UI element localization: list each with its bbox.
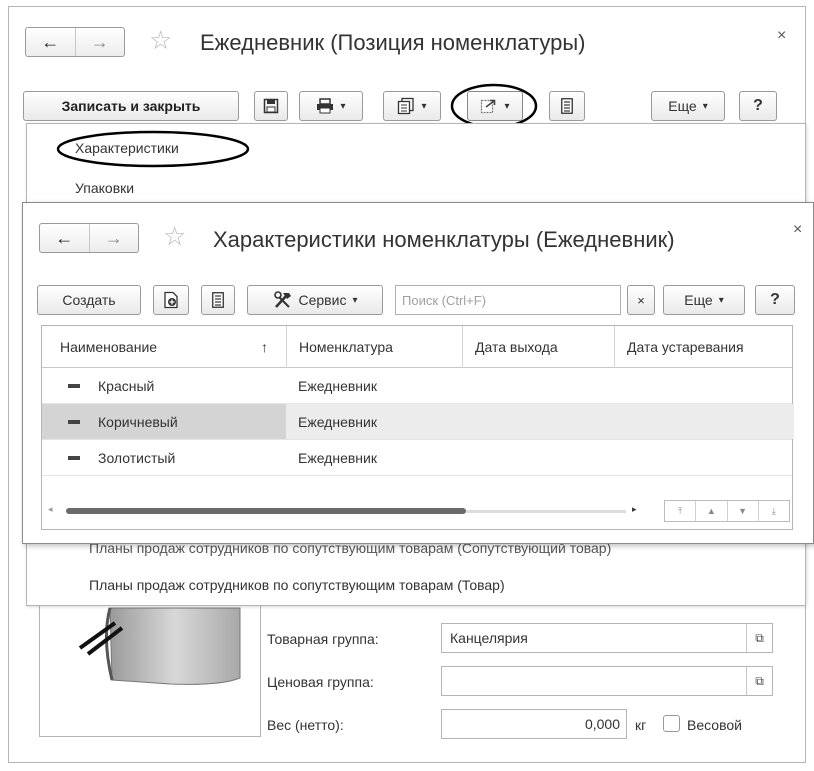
product-group-label: Товарная группа: bbox=[267, 631, 379, 647]
column-header-name[interactable]: Наименование ↑ bbox=[42, 326, 286, 368]
weight-field[interactable]: 0,000 bbox=[441, 709, 627, 739]
forward-arrow-icon[interactable]: → bbox=[74, 28, 125, 56]
weight-unit: кг bbox=[635, 717, 647, 733]
row-nomenclature: Ежедневник bbox=[298, 378, 377, 394]
scroll-right-icon[interactable]: ▸ bbox=[632, 504, 642, 518]
overlay-nav-buttons: ← → bbox=[39, 223, 139, 253]
chevron-down-icon: ▾ bbox=[421, 100, 427, 112]
table-row[interactable]: Красный Ежедневник bbox=[42, 368, 792, 404]
star-icon[interactable]: ☆ bbox=[163, 223, 186, 249]
move-up-icon[interactable]: ▲ bbox=[695, 501, 726, 521]
row-name: Красный bbox=[98, 378, 155, 394]
main-more-label: Еще bbox=[668, 98, 697, 114]
back-arrow-icon[interactable]: ← bbox=[40, 224, 89, 252]
back-arrow-icon[interactable]: ← bbox=[26, 28, 75, 56]
chevron-down-icon: ▾ bbox=[352, 294, 358, 306]
row-nomenclature: Ежедневник bbox=[298, 414, 377, 430]
horizontal-scrollbar-track bbox=[466, 510, 626, 513]
new-document-icon bbox=[164, 291, 178, 309]
create-based-on-button[interactable]: ▾ bbox=[383, 91, 441, 121]
open-link-icon[interactable]: ⧉ bbox=[746, 667, 772, 695]
overlay-more-button[interactable]: Еще ▾ bbox=[663, 285, 745, 315]
tools-icon bbox=[273, 291, 291, 308]
forward-arrow-icon[interactable]: → bbox=[88, 224, 139, 252]
save-button[interactable] bbox=[254, 91, 288, 121]
service-menu-button[interactable]: Сервис ▾ bbox=[247, 285, 383, 315]
product-group-field[interactable]: Канцелярия ⧉ bbox=[441, 623, 773, 653]
row-release-date bbox=[474, 368, 614, 404]
row-obsolete-date bbox=[626, 404, 792, 440]
overlay-more-label: Еще bbox=[684, 292, 713, 308]
table-row[interactable]: Коричневый Ежедневник bbox=[42, 404, 794, 440]
menu-item-packages[interactable]: Упаковки bbox=[75, 180, 134, 196]
row-release-date bbox=[474, 440, 614, 476]
table-row[interactable]: Золотистый Ежедневник bbox=[42, 440, 792, 476]
overlay-close-button[interactable]: × bbox=[793, 221, 802, 239]
price-group-label: Ценовая группа: bbox=[267, 674, 374, 690]
main-more-button[interactable]: Еще ▾ bbox=[651, 91, 725, 121]
list-button[interactable] bbox=[201, 285, 235, 315]
weight-value: 0,000 bbox=[584, 716, 620, 732]
row-nomenclature: Ежедневник bbox=[298, 450, 377, 466]
scroll-left-icon[interactable]: ◂ bbox=[48, 504, 60, 518]
move-down-icon[interactable]: ▼ bbox=[726, 501, 758, 521]
element-icon bbox=[68, 420, 80, 424]
row-release-date bbox=[474, 404, 614, 440]
weight-label: Вес (нетто): bbox=[267, 717, 344, 733]
star-icon[interactable]: ☆ bbox=[149, 27, 172, 53]
service-label: Сервис bbox=[298, 292, 347, 308]
main-nav-buttons: ← → bbox=[25, 27, 125, 57]
characteristics-window: ← → ☆ Характеристики номенклатуры (Ежедн… bbox=[22, 202, 814, 544]
row-obsolete-date bbox=[626, 368, 792, 404]
column-header-obsolete-date[interactable]: Дата устаревания bbox=[614, 326, 794, 368]
product-group-value: Канцелярия bbox=[450, 630, 528, 646]
main-close-button[interactable]: × bbox=[777, 27, 786, 45]
print-icon bbox=[317, 98, 334, 114]
list-icon bbox=[212, 292, 224, 308]
list-icon bbox=[561, 98, 573, 114]
horizontal-scrollbar-thumb[interactable] bbox=[66, 508, 466, 514]
chevron-down-icon: ▾ bbox=[702, 100, 708, 112]
move-last-icon[interactable]: ⤓ bbox=[757, 501, 789, 521]
row-name: Коричневый bbox=[98, 414, 178, 430]
sort-ascending-icon: ↑ bbox=[261, 339, 268, 355]
copy-document-icon bbox=[398, 97, 415, 115]
characteristics-table: Наименование ↑ Номенклатура Дата выхода … bbox=[41, 325, 794, 530]
print-menu-button[interactable]: ▾ bbox=[299, 91, 363, 121]
column-header-nomenclature[interactable]: Номенклатура bbox=[286, 326, 462, 368]
save-icon bbox=[263, 98, 279, 114]
create-button[interactable]: Создать bbox=[37, 285, 141, 315]
weighted-label: Весовой bbox=[687, 717, 742, 733]
search-clear-button[interactable]: × bbox=[627, 285, 655, 315]
column-header-release-date[interactable]: Дата выхода bbox=[462, 326, 614, 368]
main-window-title: Ежедневник (Позиция номенклатуры) bbox=[200, 30, 586, 55]
row-navigation: ⤒ ▲ ▼ ⤓ bbox=[664, 500, 790, 522]
chevron-down-icon: ▾ bbox=[718, 294, 724, 306]
search-input[interactable]: Поиск (Ctrl+F) bbox=[395, 285, 621, 315]
move-first-icon[interactable]: ⤒ bbox=[665, 501, 695, 521]
save-and-close-button[interactable]: Записать и закрыть bbox=[23, 91, 239, 121]
price-group-field[interactable]: ⧉ bbox=[441, 666, 773, 696]
element-icon bbox=[68, 456, 80, 460]
highlight-ellipse bbox=[56, 130, 250, 168]
overlay-help-button[interactable]: ? bbox=[755, 285, 795, 315]
row-name: Золотистый bbox=[98, 450, 176, 466]
overlay-window-title: Характеристики номенклатуры (Ежедневник) bbox=[213, 227, 675, 252]
table-header: Наименование ↑ Номенклатура Дата выхода … bbox=[42, 326, 792, 368]
menu-item-goods-plans[interactable]: Планы продаж сотрудников по сопутствующи… bbox=[89, 577, 505, 593]
row-obsolete-date bbox=[626, 440, 792, 476]
element-icon bbox=[68, 384, 80, 388]
chevron-down-icon: ▾ bbox=[340, 100, 346, 112]
open-link-icon[interactable]: ⧉ bbox=[746, 624, 772, 652]
weighted-checkbox[interactable] bbox=[663, 715, 680, 732]
new-document-button[interactable] bbox=[153, 285, 189, 315]
main-help-button[interactable]: ? bbox=[739, 91, 777, 121]
list-button[interactable] bbox=[549, 91, 585, 121]
